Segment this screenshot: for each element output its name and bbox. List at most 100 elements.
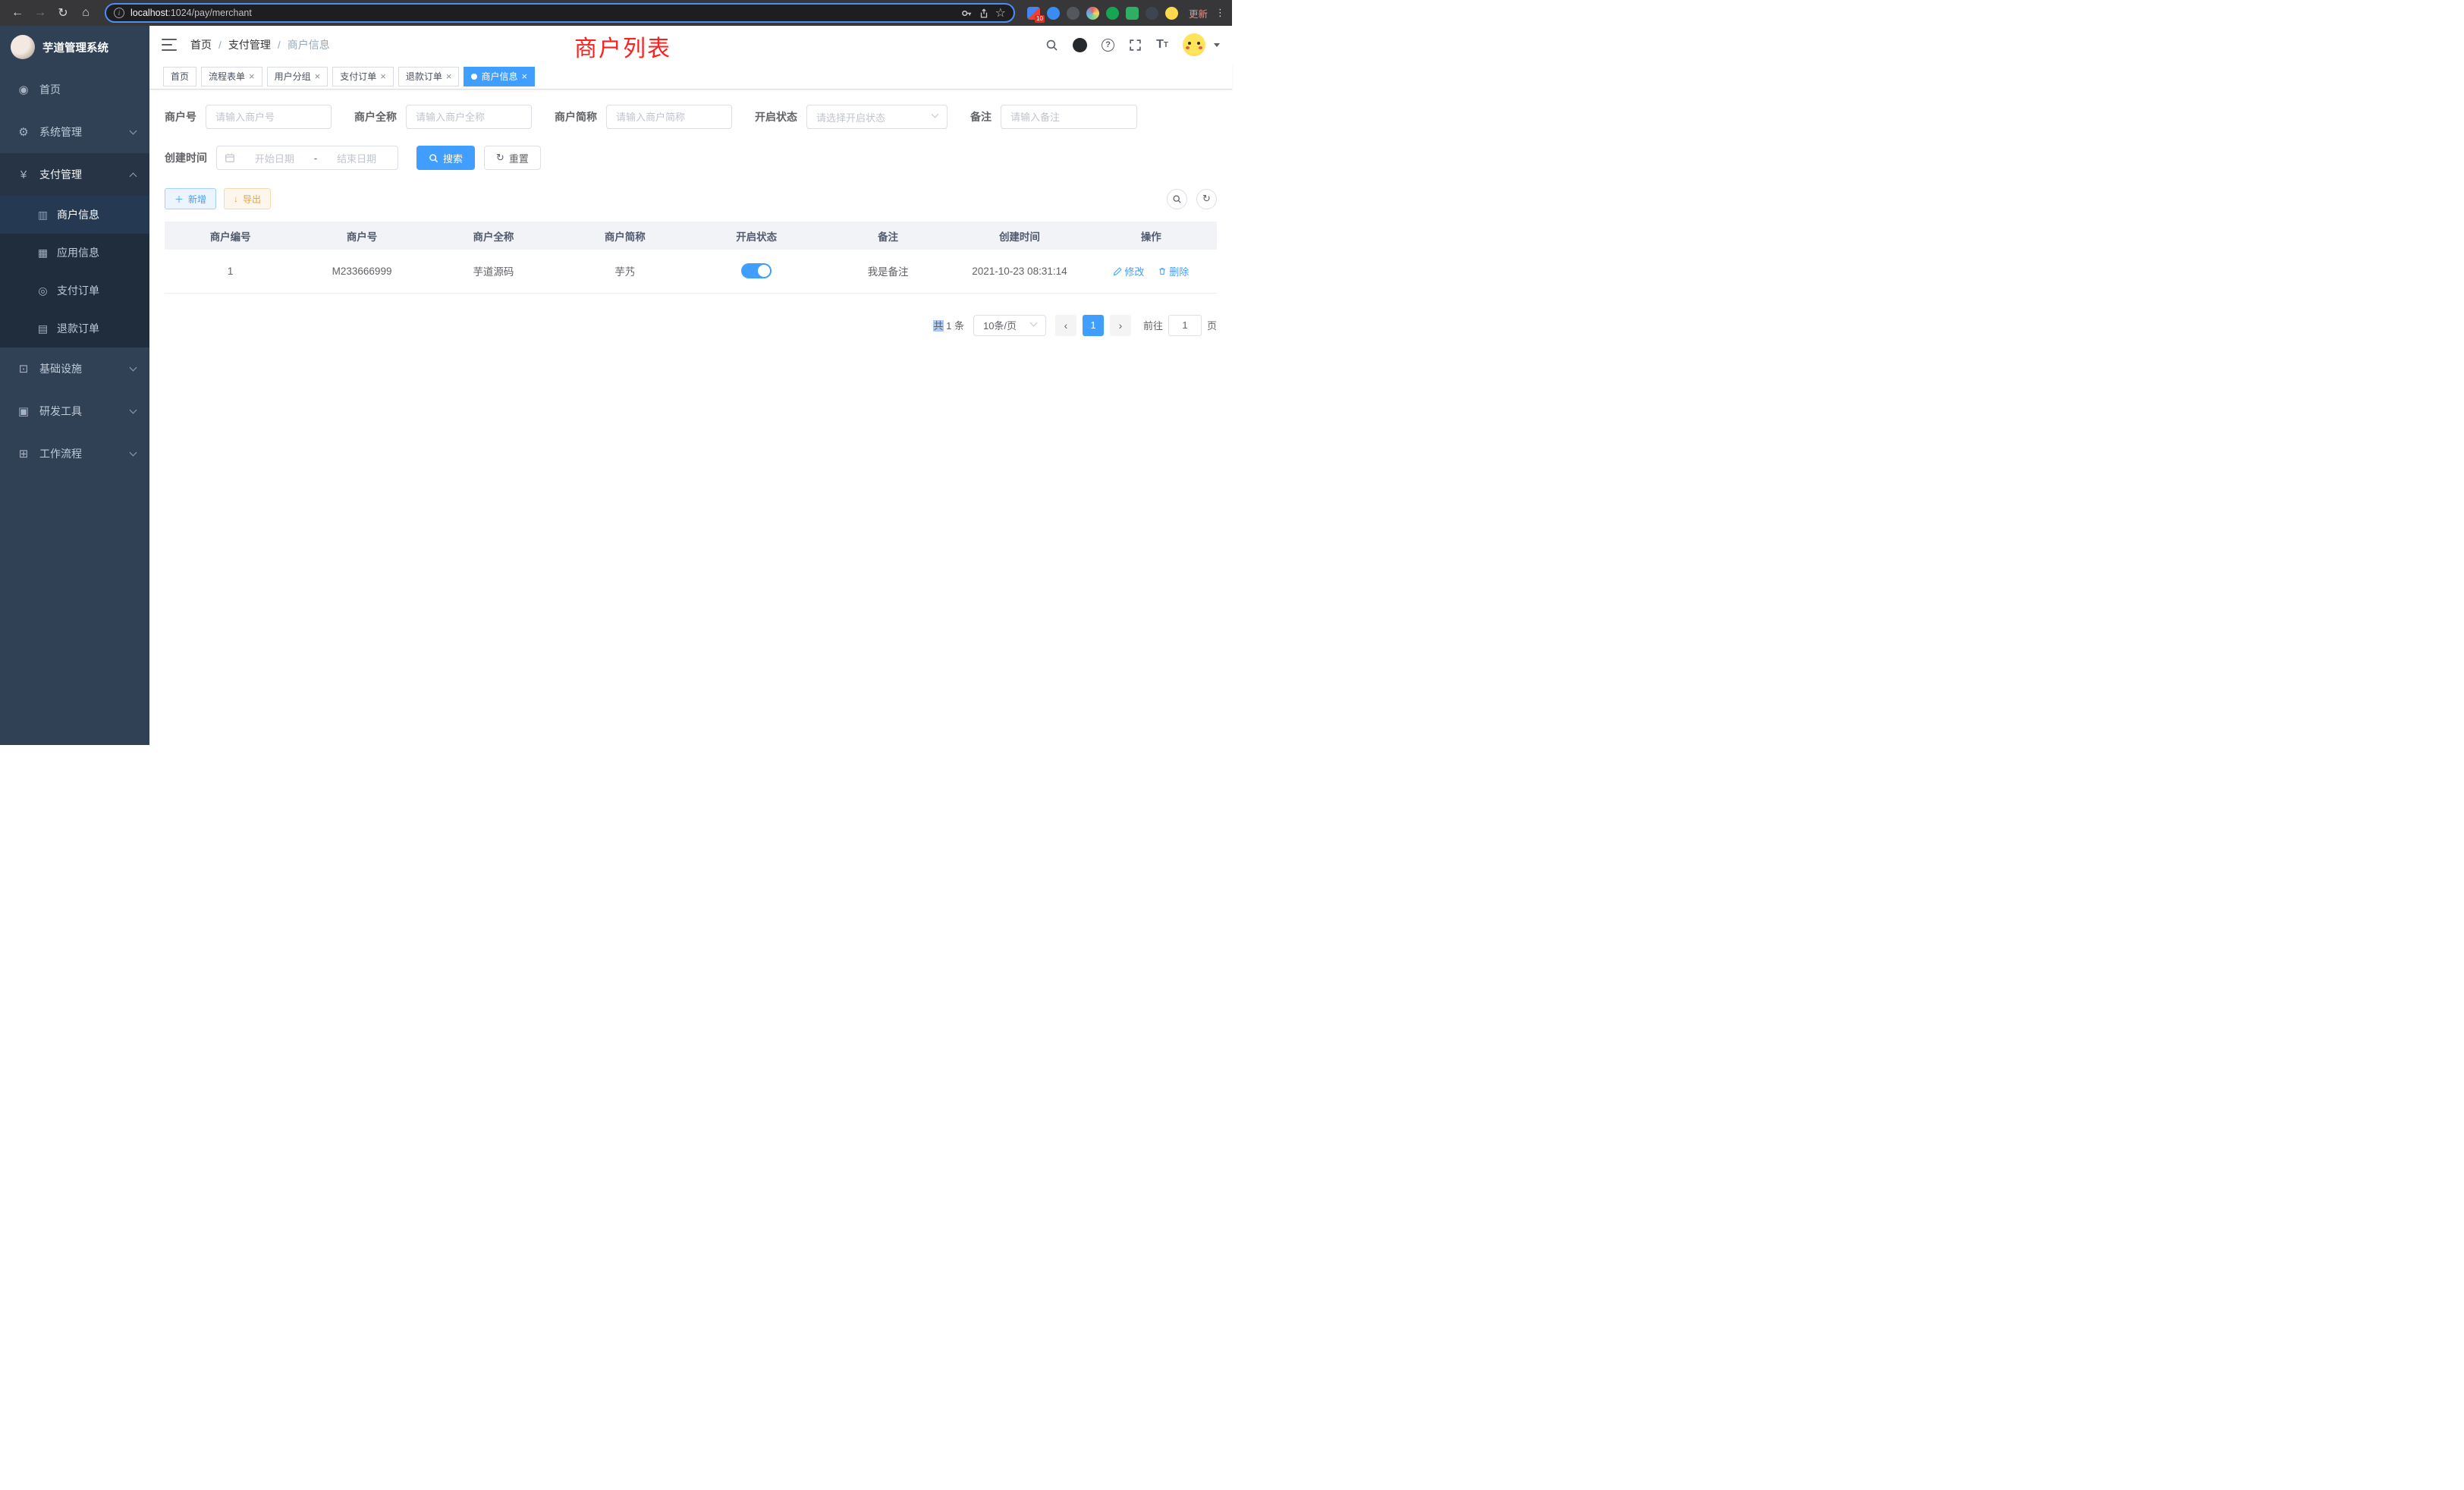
close-icon[interactable]: × [446, 71, 452, 81]
fullscreen-icon[interactable] [1129, 39, 1142, 52]
document-icon: ▤ [36, 322, 49, 335]
sidebar-item-app-info[interactable]: ▦ 应用信息 [0, 234, 149, 272]
toggle-search-button[interactable] [1167, 189, 1187, 209]
close-icon[interactable]: × [315, 71, 321, 81]
breadcrumb-home[interactable]: 首页 [190, 37, 212, 52]
sidebar-item-infra[interactable]: ⊡ 基础设施 [0, 347, 149, 390]
merchant-card-icon: ▥ [36, 209, 49, 222]
url-text: localhost:1024/pay/merchant [130, 8, 955, 18]
short-name-label: 商户简称 [555, 109, 606, 124]
browser-update-button[interactable]: 更新 [1189, 6, 1208, 20]
chevron-down-icon [130, 127, 137, 135]
status-toggle[interactable] [741, 263, 772, 278]
close-icon[interactable]: × [249, 71, 255, 81]
extension-icon-4[interactable] [1086, 7, 1099, 20]
navbar-actions: ? TT [1045, 33, 1220, 56]
tab-process-form[interactable]: 流程表单 × [201, 67, 262, 86]
hamburger-icon[interactable] [162, 39, 177, 51]
sidebar-item-merchant-info[interactable]: ▥ 商户信息 [0, 196, 149, 234]
cell-remark: 我是备注 [822, 250, 954, 293]
search-button[interactable]: 搜索 [416, 146, 475, 170]
sidebar-item-system[interactable]: ⚙ 系统管理 [0, 111, 149, 153]
extension-icon-6[interactable] [1126, 7, 1139, 20]
table-header-row: 商户编号 商户号 商户全称 商户简称 开启状态 备注 创建时间 操作 [165, 222, 1217, 250]
sidebar-menu: ◉ 首页 ⚙ 系统管理 ¥ 支付管理 ▥ 商户信息 ▦ 应用信息 [0, 68, 149, 745]
remark-input[interactable] [1001, 105, 1137, 129]
merchant-no-label: 商户号 [165, 109, 206, 124]
pencil-icon [1113, 267, 1122, 276]
page-size-select[interactable]: 10条/页 [973, 315, 1046, 336]
extension-icon-7[interactable] [1146, 7, 1158, 20]
chevron-down-icon [1030, 319, 1038, 326]
address-bar[interactable]: i localhost:1024/pay/merchant ☆ [105, 3, 1015, 23]
short-name-input[interactable] [606, 105, 732, 129]
reset-button[interactable]: ↻ 重置 [484, 146, 541, 170]
browser-home-button[interactable]: ⌂ [76, 3, 96, 23]
pagination: 共 1 条 10条/页 ‹ 1 › 前往 页 [165, 315, 1217, 336]
trash-icon [1158, 266, 1167, 276]
full-name-input[interactable] [406, 105, 532, 129]
github-icon[interactable] [1073, 38, 1087, 52]
delete-link[interactable]: 删除 [1158, 264, 1189, 278]
col-actions: 操作 [1086, 222, 1217, 250]
close-icon[interactable]: × [521, 71, 527, 81]
browser-reload-button[interactable]: ↻ [53, 3, 73, 23]
close-icon[interactable]: × [380, 71, 386, 81]
table-toolbar: ＋ 新增 ↓ 导出 ↻ [165, 188, 1217, 209]
sidebar-item-payment[interactable]: ¥ 支付管理 [0, 153, 149, 196]
table-row: 1 M233666999 芋道源码 芋艿 我是备注 2021-10-23 08:… [165, 250, 1217, 293]
bookmark-star-icon[interactable]: ☆ [995, 5, 1006, 20]
tab-refund-order[interactable]: 退款订单 × [398, 67, 460, 86]
search-icon[interactable] [1045, 39, 1058, 52]
edit-link[interactable]: 修改 [1113, 264, 1144, 278]
browser-menu-icon[interactable]: ⋮ [1215, 7, 1224, 19]
password-key-icon[interactable] [961, 8, 973, 19]
add-button[interactable]: ＋ 新增 [165, 188, 216, 209]
prev-page-button[interactable]: ‹ [1055, 315, 1076, 336]
goto-page-input[interactable] [1168, 315, 1202, 336]
merchant-no-input[interactable] [206, 105, 332, 129]
breadcrumb-separator: / [218, 39, 222, 51]
tab-user-group[interactable]: 用户分组 × [267, 67, 328, 86]
cell-short-name: 芋艿 [559, 250, 690, 293]
merchant-table: 商户编号 商户号 商户全称 商户简称 开启状态 备注 创建时间 操作 1 M23… [165, 222, 1217, 294]
site-info-icon[interactable]: i [114, 8, 124, 18]
app-logo[interactable]: 芋道管理系统 [0, 26, 149, 68]
font-size-icon[interactable]: TT [1156, 38, 1168, 52]
breadcrumb-current: 商户信息 [288, 37, 330, 52]
extension-icon-2[interactable] [1047, 7, 1060, 20]
sidebar-item-dev-tools[interactable]: ▣ 研发工具 [0, 390, 149, 432]
caret-down-icon[interactable] [1214, 43, 1220, 47]
extension-icon-8[interactable] [1165, 7, 1178, 20]
extension-badge: 10 [1035, 15, 1045, 23]
full-name-label: 商户全称 [354, 109, 406, 124]
user-avatar[interactable] [1183, 33, 1205, 56]
sidebar-item-home[interactable]: ◉ 首页 [0, 68, 149, 111]
tab-merchant-info[interactable]: 商户信息 × [464, 67, 535, 86]
page-number-button[interactable]: 1 [1083, 315, 1104, 336]
sidebar-item-pay-order[interactable]: ◎ 支付订单 [0, 272, 149, 310]
cell-full-name: 芋道源码 [428, 250, 559, 293]
breadcrumb-section[interactable]: 支付管理 [228, 37, 271, 52]
export-button[interactable]: ↓ 导出 [224, 188, 271, 209]
help-icon[interactable]: ? [1102, 39, 1114, 52]
active-dot-icon [471, 74, 477, 80]
page-content: 商户号 商户全称 商户简称 开启状态 请选择开启状态 [149, 90, 1232, 336]
next-page-button[interactable]: › [1110, 315, 1131, 336]
tab-home[interactable]: 首页 [163, 67, 196, 86]
extension-icon-1[interactable]: 10 [1027, 7, 1040, 20]
tab-pay-order[interactable]: 支付订单 × [332, 67, 394, 86]
col-remark: 备注 [822, 222, 954, 250]
sidebar-item-refund-order[interactable]: ▤ 退款订单 [0, 310, 149, 347]
refresh-table-button[interactable]: ↻ [1196, 189, 1217, 209]
extension-icon-3[interactable] [1067, 7, 1080, 20]
status-select[interactable]: 请选择开启状态 [806, 105, 948, 129]
extension-icon-5[interactable] [1106, 7, 1119, 20]
breadcrumb: 首页 / 支付管理 / 商户信息 [190, 37, 330, 52]
share-icon[interactable] [979, 8, 989, 19]
sidebar-item-workflow[interactable]: ⊞ 工作流程 [0, 432, 149, 475]
create-time-range-picker[interactable]: 开始日期 - 结束日期 [216, 146, 398, 170]
target-icon: ◎ [36, 284, 49, 297]
browser-forward-button[interactable]: → [30, 3, 50, 23]
browser-back-button[interactable]: ← [8, 3, 27, 23]
